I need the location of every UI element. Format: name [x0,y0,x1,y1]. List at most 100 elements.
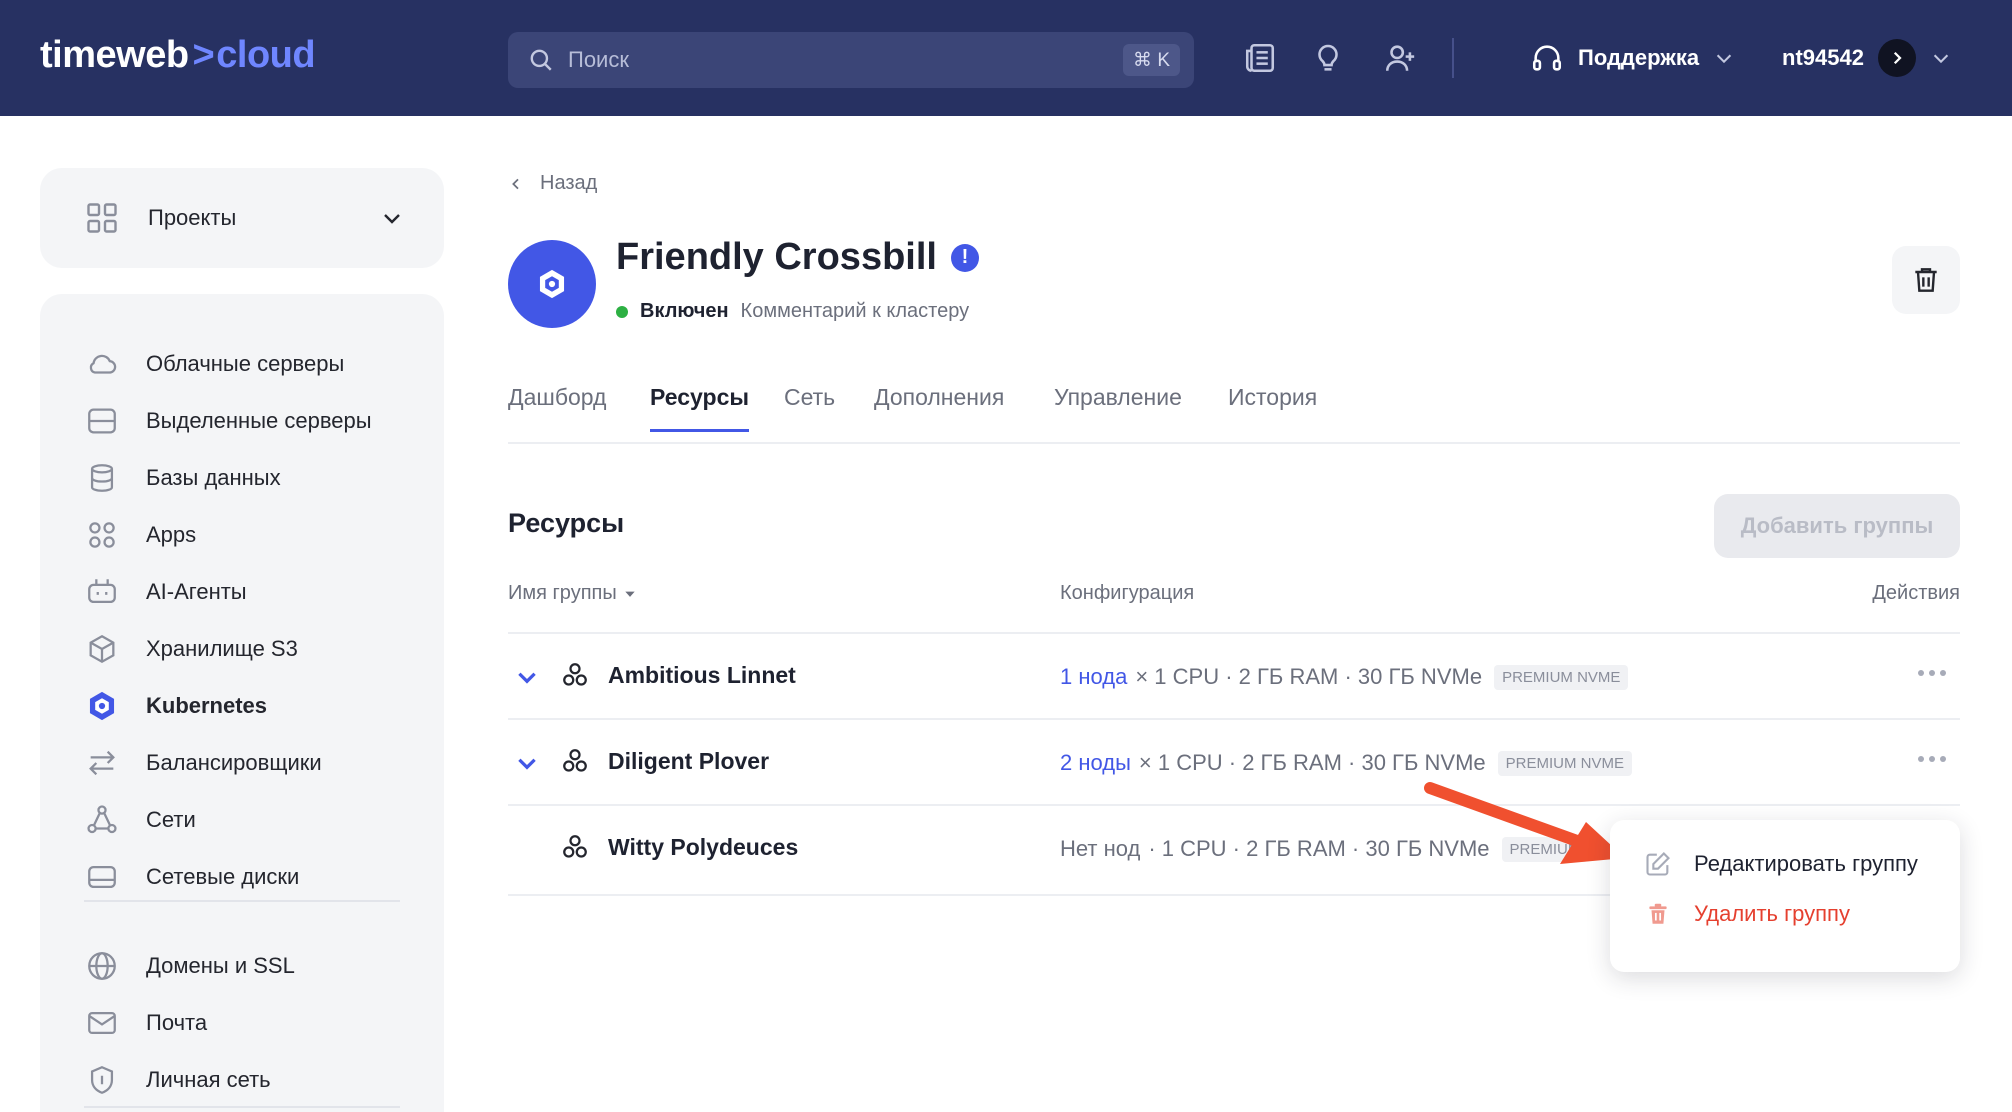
sidebar-item-s3[interactable]: Хранилище S3 [84,629,298,669]
sidebar-item-dedicated-servers[interactable]: Выделенные серверы [84,401,372,441]
tab-history[interactable]: История [1228,384,1317,429]
trash-icon [1644,900,1672,928]
sidebar-item-mail[interactable]: Почта [84,1003,207,1043]
sidebar-item-kubernetes[interactable]: Kubernetes [84,686,267,726]
sidebar-item-domains[interactable]: Домены и SSL [84,946,295,986]
headset-icon [1530,41,1564,75]
projects-grid-icon [84,200,120,236]
search-icon [528,47,554,73]
warning-icon[interactable]: ! [950,243,979,272]
chevron-down-icon[interactable] [514,664,540,690]
delete-group-menu-item[interactable]: Удалить группу [1644,900,1850,928]
table-header: Имя группы Конфигурация Действия [508,582,1960,634]
tab-resources[interactable]: Ресурсы [650,384,750,432]
node-count-link[interactable]: 1 нода [1060,664,1127,690]
sidebar-item-databases[interactable]: Базы данных [84,458,281,498]
chevron-right-icon [1877,39,1916,77]
cluster-status: Включен Комментарий к кластеру [616,300,969,323]
kubernetes-icon [535,267,569,301]
sidebar-item-label: Почта [146,1010,208,1035]
logo[interactable]: timeweb > cloud [40,34,316,77]
trash-icon [1910,264,1942,296]
more-actions-icon[interactable] [1918,756,1946,762]
menu-item-label: Удалить группу [1694,901,1850,926]
sidebar-item-label: Apps [146,522,197,547]
group-spec: × 1 CPU · 2 ГБ RAM · 30 ГБ NVMe [1135,664,1483,689]
logo-main: timeweb [40,34,189,76]
disk-icon [84,859,120,895]
search-input[interactable] [568,47,1088,73]
add-user-icon[interactable] [1380,38,1420,78]
shield-icon [84,1062,120,1098]
disk-badge: PREMIUM NVME [1494,664,1629,690]
tab-dashboard[interactable]: Дашборд [508,384,606,429]
cloud-icon [84,346,120,382]
apps-icon [84,517,120,553]
chevron-down-icon [1930,47,1952,69]
node-group-icon [560,746,590,776]
sidebar-item-private-network[interactable]: Личная сеть [84,1060,271,1100]
cluster-name: Friendly Crossbill [616,236,937,278]
support-menu[interactable]: Поддержка [1530,38,1735,78]
globe-icon [84,948,120,984]
sidebar-item-label: Домены и SSL [146,953,295,978]
more-actions-icon[interactable] [1918,670,1946,676]
account-menu[interactable]: nt94542 [1782,38,1952,78]
table-row[interactable]: Ambitious Linnet 1 нода × 1 CPU · 2 ГБ R… [508,632,1960,718]
add-groups-button[interactable]: Добавить группы [1714,494,1960,558]
chevron-down-icon [380,206,404,230]
chevron-down-icon [1713,47,1735,69]
mail-icon [84,1005,120,1041]
sidebar-divider [84,900,400,902]
kubernetes-icon [84,688,120,724]
sidebar-item-label: AI-Агенты [146,579,247,604]
sidebar-item-apps[interactable]: Apps [84,515,196,555]
sidebar-item-balancers[interactable]: Балансировщики [84,743,322,783]
group-name[interactable]: Diligent Plover [608,748,769,775]
group-name[interactable]: Witty Polydeuces [608,834,798,861]
robot-icon [84,574,120,610]
sidebar-item-ai-agents[interactable]: AI-Агенты [84,572,247,612]
search-shortcut: ⌘ K [1123,44,1180,76]
group-name[interactable]: Ambitious Linnet [608,662,796,689]
cluster-comment[interactable]: Комментарий к кластеру [741,300,970,323]
section-title: Ресурсы [508,508,625,538]
projects-selector[interactable]: Проекты [40,168,444,268]
status-badge: Включен [640,300,729,322]
sidebar-item-label: Личная сеть [146,1067,271,1092]
sidebar-item-cloud-servers[interactable]: Облачные серверы [84,344,344,384]
table-row[interactable]: Diligent Plover 2 ноды × 1 CPU · 2 ГБ RA… [508,718,1960,804]
sidebar-item-networks[interactable]: Сети [84,800,196,840]
logo-accent: cloud [216,34,316,76]
chevron-down-icon[interactable] [514,750,540,776]
delete-cluster-button[interactable] [1892,246,1960,314]
sidebar-divider [84,1106,400,1108]
header-divider [1452,38,1454,78]
status-dot [616,305,628,318]
column-config-header: Конфигурация [1060,582,1195,604]
sidebar-item-label: Хранилище S3 [146,636,298,661]
search-bar[interactable]: ⌘ K [508,32,1194,88]
sidebar-item-network-disks[interactable]: Сетевые диски [84,857,299,897]
column-actions-header: Действия [1872,582,1960,604]
tab-network[interactable]: Сеть [784,384,835,429]
menu-item-label: Редактировать группу [1694,851,1918,876]
network-icon [84,802,120,838]
sidebar-item-label: Балансировщики [146,750,322,775]
node-count-link[interactable]: 2 ноды [1060,750,1131,776]
edit-group-menu-item[interactable]: Редактировать группу [1644,850,1918,878]
sidebar-item-label: Сети [146,807,196,832]
chevron-left-icon [508,176,524,192]
back-link[interactable]: Назад [508,172,597,195]
node-group-icon [560,832,590,862]
column-name-header[interactable]: Имя группы [508,582,637,605]
tab-addons[interactable]: Дополнения [874,384,1004,429]
sidebar-item-label: Сетевые диски [146,864,300,889]
lightbulb-icon[interactable] [1308,38,1348,78]
tab-management[interactable]: Управление [1054,384,1182,429]
column-label: Имя группы [508,582,617,604]
news-icon[interactable] [1240,38,1280,78]
cube-icon [84,631,120,667]
account-name: nt94542 [1782,45,1864,70]
projects-label: Проекты [148,205,237,230]
